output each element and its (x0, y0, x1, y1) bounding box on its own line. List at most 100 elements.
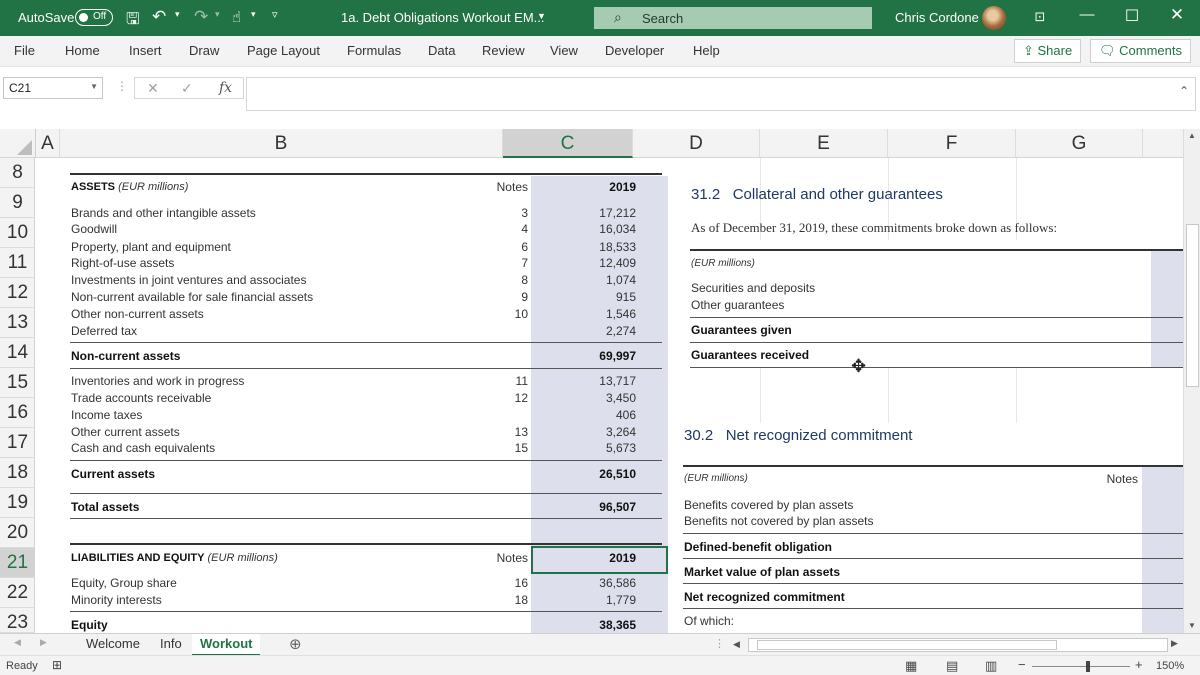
search-icon: ⌕ (614, 9, 622, 25)
defined-benefit-label: Defined-benefit obligation (684, 540, 832, 554)
column-header-b[interactable]: B (60, 129, 503, 158)
tab-view[interactable]: View (550, 43, 578, 58)
row-header-19[interactable]: 19 (0, 488, 35, 518)
autosave-toggle[interactable]: Off (75, 9, 113, 26)
tab-file[interactable]: File (14, 43, 35, 58)
save-icon[interactable]: 🖫 (126, 8, 140, 35)
share-button[interactable]: ⇪ Share (1014, 39, 1082, 63)
touch-dropdown-icon[interactable]: ▾ (251, 9, 256, 20)
row-header-14[interactable]: 14 (0, 338, 35, 368)
formula-input[interactable]: ⌃ (246, 77, 1196, 111)
scroll-down-icon[interactable]: ▼ (1188, 621, 1196, 630)
zoom-slider[interactable] (1032, 666, 1130, 667)
horizontal-scroll-thumb[interactable] (757, 640, 1057, 650)
tab-data[interactable]: Data (428, 43, 455, 58)
row-header-16[interactable]: 16 (0, 398, 35, 428)
of-which-label: Of which: (684, 614, 735, 628)
row-header-20[interactable]: 20 (0, 518, 35, 548)
search-box[interactable]: ⌕ Search (594, 7, 872, 29)
zoom-level[interactable]: 150% (1156, 660, 1184, 672)
zoom-slider-handle[interactable] (1086, 661, 1090, 672)
move-cursor-icon: ✥ (851, 356, 867, 376)
row-header-17[interactable]: 17 (0, 428, 35, 458)
column-header-f[interactable]: F (888, 129, 1016, 158)
asset-value: 1,074 (605, 273, 636, 287)
row-header-15[interactable]: 15 (0, 368, 35, 398)
tab-formulas[interactable]: Formulas (347, 43, 401, 58)
cancel-icon[interactable]: ✕ (147, 80, 159, 97)
row-header-22[interactable]: 22 (0, 578, 35, 608)
file-name[interactable]: 1a. Debt Obligations Workout EM... (341, 10, 545, 25)
close-icon[interactable]: ✕ (1167, 5, 1187, 25)
page-break-view-icon[interactable]: ▥ (985, 658, 997, 674)
sheet-tab-welcome[interactable]: Welcome (78, 634, 148, 656)
row-header-12[interactable]: 12 (0, 278, 35, 308)
tab-help[interactable]: Help (693, 43, 720, 58)
row-header-21[interactable]: 21 (0, 548, 35, 578)
share-label: Share (1037, 43, 1073, 58)
tab-scroll-right-icon[interactable]: ▶ (40, 637, 47, 648)
customize-toolbar-icon[interactable]: ▿ (272, 8, 278, 21)
file-name-dropdown-icon[interactable]: ▼ (537, 11, 546, 21)
ribbon-display-icon[interactable]: ⊡ (1030, 9, 1050, 25)
asset-note: 7 (521, 256, 528, 270)
vertical-scrollbar[interactable]: ▲ ▼ (1183, 129, 1200, 633)
name-box-dropdown-icon[interactable]: ▼ (90, 82, 98, 91)
row-header-13[interactable]: 13 (0, 308, 35, 338)
row-header-18[interactable]: 18 (0, 458, 35, 488)
name-box[interactable]: C21 ▼ (3, 77, 103, 99)
tab-developer[interactable]: Developer (605, 43, 664, 58)
redo-dropdown-icon[interactable]: ▾ (215, 9, 220, 20)
sheet-tab-workout[interactable]: Workout (192, 634, 261, 656)
undo-dropdown-icon[interactable]: ▾ (175, 9, 180, 20)
page-layout-view-icon[interactable]: ▤ (946, 658, 958, 674)
collapse-formula-bar-icon[interactable]: ⌃ (1179, 84, 1189, 98)
zoom-out-icon[interactable]: − (1018, 657, 1026, 672)
assets-title: ASSETS (EUR millions) (71, 181, 188, 193)
undo-icon[interactable]: ↶ (152, 7, 166, 27)
row-headers: 8 9 10 11 12 13 14 15 16 17 18 19 20 21 … (0, 158, 35, 633)
asset-label: Cash and cash equivalents (71, 441, 216, 455)
column-header-c[interactable]: C (503, 129, 633, 158)
zoom-in-icon[interactable]: + (1135, 657, 1143, 672)
row-header-10[interactable]: 10 (0, 218, 35, 248)
minimize-icon[interactable]: — (1077, 6, 1097, 23)
comments-button[interactable]: 🗨 Comments (1090, 39, 1191, 63)
scroll-up-icon[interactable]: ▲ (1188, 131, 1196, 140)
column-header-a[interactable]: A (36, 129, 60, 158)
user-name[interactable]: Chris Cordone (895, 10, 979, 25)
selected-cell-outline[interactable] (531, 546, 668, 574)
new-sheet-icon[interactable]: ⊕ (289, 635, 302, 653)
macro-record-icon[interactable]: ⊞ (52, 658, 62, 672)
formula-bar-grip-icon[interactable]: ⋮ (116, 79, 128, 93)
tab-home[interactable]: Home (65, 43, 100, 58)
tab-review[interactable]: Review (482, 43, 525, 58)
hscroll-left-icon[interactable]: ◀ (733, 639, 740, 650)
tab-scroll-left-icon[interactable]: ◀ (14, 637, 21, 648)
column-header-d[interactable]: D (633, 129, 760, 158)
sheet-tab-info[interactable]: Info (152, 634, 190, 656)
vertical-scroll-thumb[interactable] (1186, 224, 1199, 387)
insert-function-button[interactable]: fx (219, 80, 232, 96)
column-header-g[interactable]: G (1016, 129, 1143, 158)
tab-split-handle-icon[interactable]: ⋮ (714, 637, 725, 650)
row-header-8[interactable]: 8 (0, 158, 35, 188)
touch-mode-icon[interactable]: ☝ (232, 8, 241, 26)
avatar[interactable] (982, 6, 1006, 30)
row-header-23[interactable]: 23 (0, 608, 35, 633)
row-header-11[interactable]: 11 (0, 248, 35, 278)
sheet-grid[interactable]: ASSETS (EUR millions) Notes 2019 Brands … (36, 158, 1183, 633)
rule (70, 342, 662, 343)
tab-page-layout[interactable]: Page Layout (247, 43, 320, 58)
tab-insert[interactable]: Insert (129, 43, 162, 58)
column-header-e[interactable]: E (760, 129, 888, 158)
tab-draw[interactable]: Draw (189, 43, 219, 58)
row-header-9[interactable]: 9 (0, 188, 35, 218)
horizontal-scrollbar[interactable]: ◀ (733, 638, 1168, 652)
select-all-button[interactable] (0, 129, 36, 158)
normal-view-icon[interactable]: ▦ (905, 658, 917, 674)
enter-icon[interactable]: ✓ (181, 80, 193, 97)
redo-icon[interactable]: ↷ (194, 7, 208, 27)
maximize-icon[interactable]: ☐ (1122, 6, 1142, 26)
hscroll-right-icon[interactable]: ▶ (1171, 638, 1178, 649)
